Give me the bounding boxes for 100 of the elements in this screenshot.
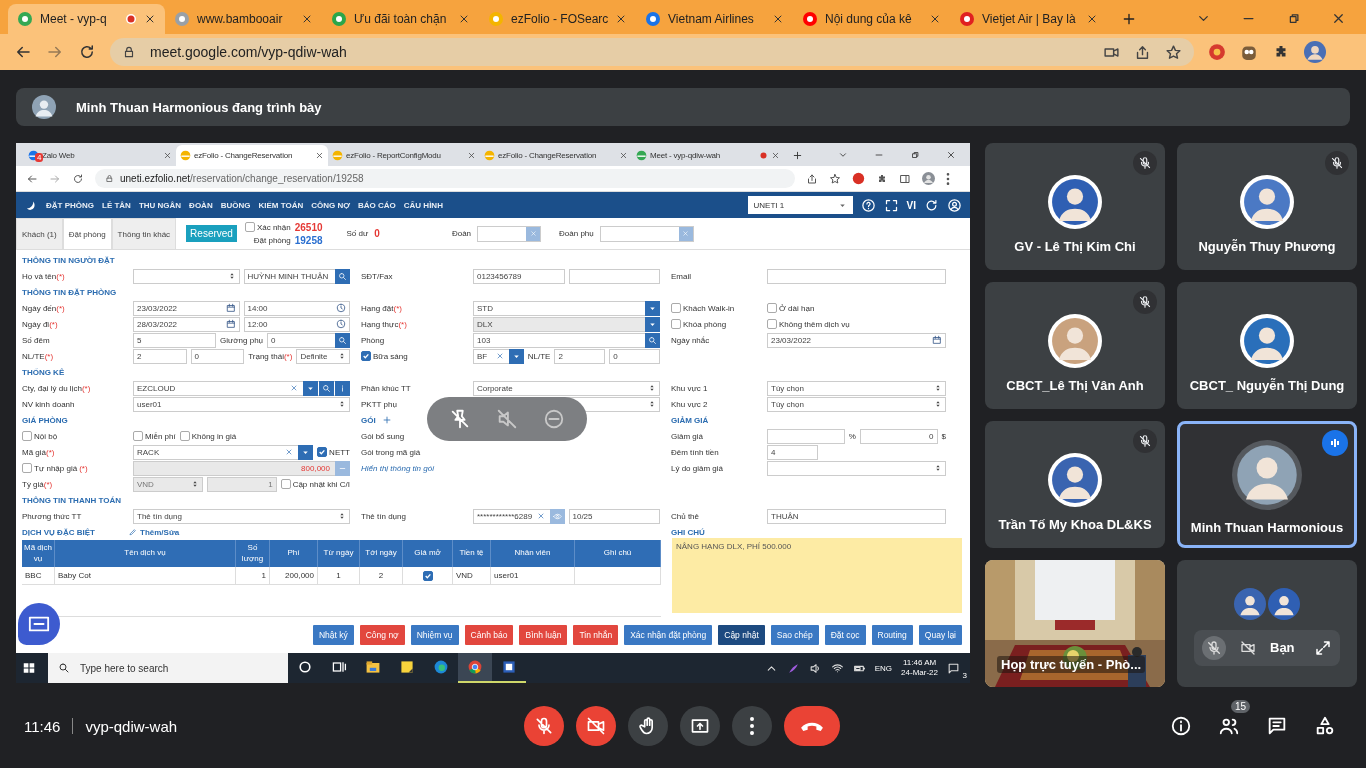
input-field[interactable]: 5 [133, 332, 216, 348]
extension-icon[interactable] [1208, 43, 1226, 61]
search-button[interactable] [319, 380, 334, 396]
input-field[interactable]: ************6289 [473, 508, 565, 524]
menu-item[interactable]: THU NGÂN [138, 200, 182, 210]
fullscreen-icon[interactable] [883, 197, 899, 213]
close-tab-icon[interactable] [929, 13, 941, 25]
date-field[interactable]: 23/03/2022 [767, 332, 946, 348]
raise-hand-button[interactable] [628, 706, 668, 746]
select-field[interactable]: user01 [133, 396, 350, 412]
reload-icon[interactable] [924, 197, 939, 213]
action-button[interactable]: Tin nhắn [573, 625, 619, 645]
checkbox[interactable]: Tự nhập giá (*) [22, 463, 88, 473]
browser-tab[interactable]: Nội dung của kê [793, 4, 950, 34]
input-field[interactable]: 0 [609, 348, 660, 364]
more-button[interactable] [732, 706, 772, 746]
sidebar-icon[interactable] [899, 172, 911, 185]
action-button[interactable]: Quay lại [918, 625, 962, 645]
input-field[interactable] [767, 268, 946, 284]
notification-icon[interactable] [947, 661, 960, 675]
action-button[interactable]: Công nợ [359, 625, 405, 645]
form-tab[interactable]: Thông tin khác [111, 218, 177, 249]
microphone-button[interactable] [524, 706, 564, 746]
input-field[interactable]: 0 [267, 332, 350, 348]
close-tab-icon[interactable] [163, 151, 172, 160]
link[interactable]: Hiển thị thông tin gói [361, 463, 434, 473]
input-field[interactable]: RACK [133, 444, 314, 460]
checkbox[interactable]: Xác nhận [244, 222, 291, 232]
checkbox[interactable]: Cập nhật khi C/I [280, 479, 350, 489]
menu-item[interactable]: BÁO CÁO [358, 200, 396, 210]
chevron-down-icon[interactable] [838, 150, 848, 160]
restore-icon[interactable] [910, 150, 920, 160]
checkbox[interactable] [422, 570, 433, 581]
close-tab-icon[interactable] [301, 13, 313, 25]
input-field[interactable]: 4 [767, 444, 819, 460]
help-icon[interactable] [860, 197, 876, 213]
input-field[interactable]: 10/25 [568, 508, 660, 524]
new-tab-icon[interactable] [792, 150, 803, 161]
browser-tab[interactable]: ezFolio - ChangeReservation [176, 145, 328, 166]
expand-icon[interactable] [1314, 638, 1332, 657]
input-field[interactable]: 2 [133, 348, 187, 364]
checkbox[interactable]: Miễn phí [133, 431, 176, 441]
checkbox[interactable]: Không thêm dịch vụ [767, 319, 850, 329]
reload-icon[interactable] [78, 43, 96, 61]
action-button[interactable]: Bình luận [519, 625, 568, 645]
leave-call-button[interactable] [784, 706, 840, 746]
menu-item[interactable]: ĐOÀN [189, 200, 213, 210]
action-button[interactable]: Routing [871, 625, 913, 645]
action-button[interactable]: Xác nhận đặt phòng [624, 625, 713, 645]
group-field[interactable] [477, 225, 542, 242]
menu-item[interactable]: LỄ TÂN [102, 200, 131, 210]
action-button[interactable]: Nhiệm vụ [410, 625, 459, 645]
menu-item[interactable]: BUỒNG [220, 200, 251, 210]
select-field[interactable]: Corporate [473, 380, 660, 396]
input-field[interactable] [568, 268, 660, 284]
profile-avatar[interactable] [922, 172, 935, 185]
language-indicator[interactable]: ENG [874, 663, 893, 673]
action-button[interactable]: Đặt cọc [824, 625, 866, 645]
time-field[interactable]: 12:00 [243, 316, 350, 332]
puzzle-icon[interactable] [876, 172, 888, 185]
note-field[interactable]: NÂNG HẠNG DLX, PHÍ 500.000 [672, 538, 962, 613]
close-tab-icon[interactable] [467, 151, 476, 160]
browser-tab[interactable]: 4Zalo Web [24, 145, 176, 166]
browser-tab[interactable]: Vietjet Air | Bay là [950, 4, 1107, 34]
input-field[interactable]: DLX [473, 316, 660, 332]
close-tab-icon[interactable] [771, 151, 780, 160]
close-tab-icon[interactable] [1086, 13, 1098, 25]
close-tab-icon[interactable] [619, 151, 628, 160]
browser-tab[interactable]: ezFolio - ChangeReservation [480, 145, 632, 166]
address-bar[interactable]: meet.google.com/vyp-qdiw-wah [110, 38, 1194, 66]
add-button[interactable] [381, 415, 392, 425]
input-field[interactable]: 0 [190, 348, 245, 364]
dropdown-button[interactable] [508, 348, 524, 364]
dropdown-button[interactable] [645, 316, 660, 332]
browser-tab[interactable]: Vietnam Airlines [636, 4, 793, 34]
user-icon[interactable] [947, 197, 962, 213]
search-button[interactable] [335, 268, 350, 284]
share-icon[interactable] [1134, 43, 1151, 61]
close-tab-icon[interactable] [458, 13, 470, 25]
share-icon[interactable] [806, 172, 818, 185]
present-button[interactable] [680, 706, 720, 746]
profile-avatar[interactable] [1304, 41, 1326, 63]
select-field[interactable]: Definite [296, 348, 350, 364]
extension-icon[interactable] [852, 172, 865, 185]
back-arrow-icon[interactable] [26, 172, 38, 185]
input-field[interactable] [767, 428, 845, 444]
clear-button[interactable] [289, 383, 299, 393]
close-tab-icon[interactable] [615, 13, 627, 25]
checkbox[interactable]: Khách Walk-in [671, 303, 735, 313]
close-tab-icon[interactable] [144, 13, 156, 25]
speaker-icon[interactable] [808, 661, 822, 675]
select-field[interactable]: Thẻ tín dụng [133, 508, 350, 524]
menu-item[interactable]: ĐẶT PHÒNG [46, 200, 94, 210]
pen-icon[interactable] [786, 661, 800, 675]
checkbox[interactable]: Ở dài hạn [767, 303, 815, 313]
search-field[interactable]: Type here to search [48, 653, 288, 683]
date-field[interactable]: 23/03/2022 [133, 300, 240, 316]
checkbox[interactable]: Khóa phòng [671, 319, 727, 329]
browser-tab[interactable]: Ưu đãi toàn chặn [322, 4, 479, 34]
close-tab-icon[interactable] [315, 151, 324, 160]
